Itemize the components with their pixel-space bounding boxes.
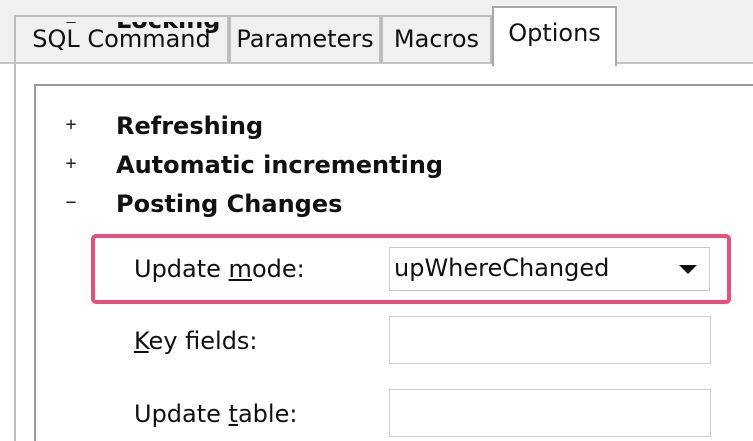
tree-row-automatic-incrementing[interactable]: + Automatic incrementing xyxy=(0,149,753,183)
tab-options[interactable]: Options xyxy=(492,6,617,66)
tree-label-locking: Locking xyxy=(116,22,220,34)
tree-label-posting-changes: Posting Changes xyxy=(116,190,343,218)
tree-row-posting-changes[interactable]: − Posting Changes xyxy=(0,188,753,222)
tree-label-automatic-incrementing: Automatic incrementing xyxy=(116,151,444,179)
expand-icon[interactable]: + xyxy=(64,116,78,134)
update-mode-highlight xyxy=(91,234,731,304)
expand-icon[interactable]: + xyxy=(64,155,78,173)
collapse-icon[interactable]: − xyxy=(64,22,78,32)
tree-row-locking[interactable]: − Locking xyxy=(36,22,753,36)
update-table-input[interactable] xyxy=(389,389,711,437)
collapse-icon[interactable]: − xyxy=(64,194,78,212)
tree-row-refreshing[interactable]: + Refreshing xyxy=(0,110,753,144)
key-fields-input[interactable] xyxy=(389,316,711,364)
tree-label-refreshing: Refreshing xyxy=(116,112,264,140)
